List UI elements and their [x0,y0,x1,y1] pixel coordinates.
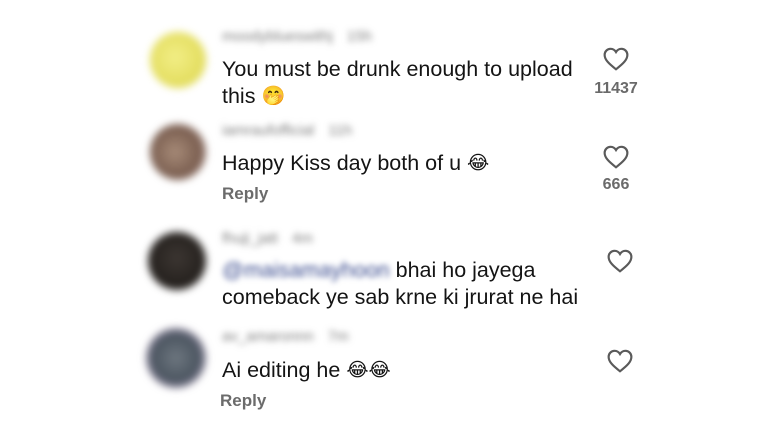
comment-text-line: bhai ho jayega [395,258,536,282]
comment-username[interactable]: fhuji_jatt 4m [222,230,313,247]
emoji: 😂 [467,153,490,174]
comment-text: Happy Kiss day both of u 😂 [222,150,489,177]
heart-icon[interactable] [607,249,633,273]
comment-age: 15h [346,28,372,45]
heart-icon[interactable] [607,349,633,373]
heart-icon[interactable] [603,47,629,71]
comment-text-line: comeback ye sab krne ki jrurat ne hai [222,285,579,309]
comment-text-line: Ai editing he [222,358,341,382]
username-text[interactable]: moodyblueswithj [222,28,333,45]
comment-item: iamraufofficial 11h Happy Kiss day both o… [0,110,784,220]
username-text[interactable]: av_amaronnn [222,328,314,345]
comment-age: 7m [327,328,349,345]
like-count: 666 [602,176,630,193]
comment-text: @maisamayhoon bhai ho jayega comeback ye… [222,257,578,311]
comment-text-line: Happy Kiss day both of u [222,151,462,175]
reply-button[interactable]: Reply [220,391,266,411]
comment-text-line: You must be drunk enough to upload [222,57,573,81]
comment-item: fhuji_jatt 4m @maisamayhoon bhai ho jayeg… [0,220,784,320]
username-text[interactable]: fhuji_jatt [222,230,278,247]
comment-username[interactable]: av_amaronnn 7m [222,328,349,345]
comment-item: av_amaronnn 7m Ai editing he 😂😂 Reply [0,320,784,441]
emoji: 😂😂 [346,360,391,381]
avatar[interactable] [150,124,206,180]
comment-text: Ai editing he 😂😂 [222,357,391,384]
like-count: 11437 [594,80,638,97]
comment-text: You must be drunk enough to upload this … [222,56,573,110]
comment-username[interactable]: iamraufofficial 11h [222,122,352,139]
avatar[interactable] [146,328,206,388]
heart-icon[interactable] [603,145,629,169]
avatar[interactable] [150,32,206,88]
reply-button[interactable]: Reply [222,184,268,204]
emoji: 🤭 [261,86,286,107]
comment-username[interactable]: moodyblueswithj 15h [222,28,372,45]
comment-item: moodyblueswithj 15h You must be drunk eno… [0,0,784,110]
comment-text-line: this [222,84,256,108]
mention-link[interactable]: @maisamayhoon [222,257,390,284]
avatar[interactable] [148,232,206,290]
username-text[interactable]: iamraufofficial [222,122,314,139]
comment-age: 11h [328,122,353,139]
comment-age: 4m [291,230,313,247]
